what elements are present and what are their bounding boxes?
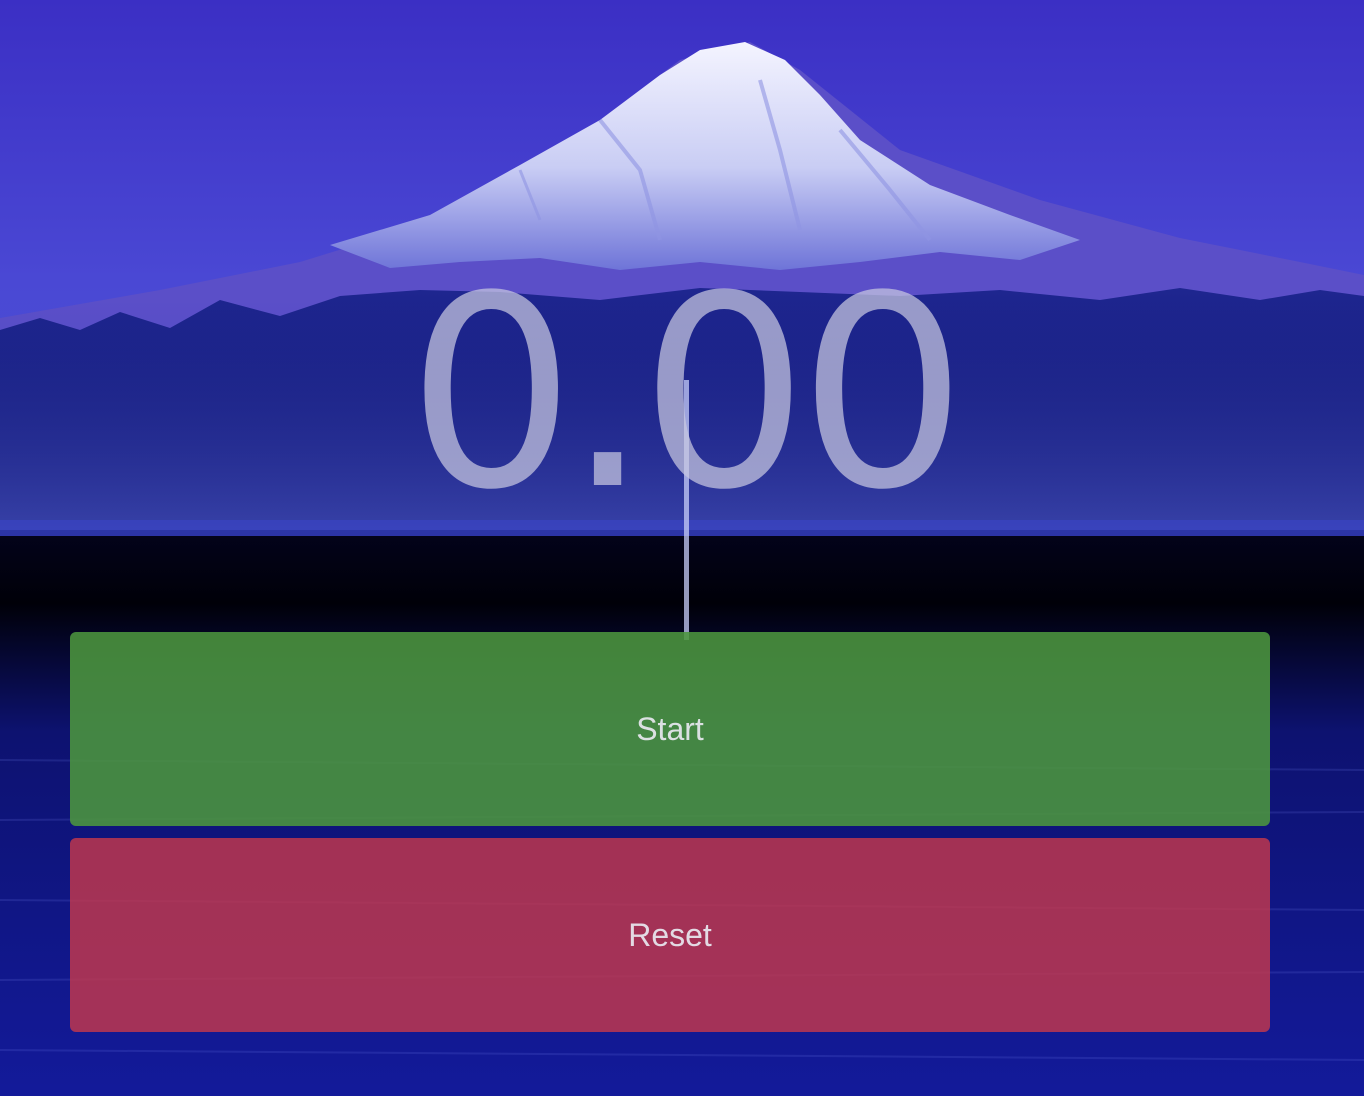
reset-button[interactable]: Reset [70,838,1270,1032]
timer-display: 0.00 [406,240,967,548]
reset-button-label: Reset [628,916,712,953]
start-button[interactable]: Start [70,632,1270,826]
start-button-label: Start [636,710,704,747]
stopwatch-app: 0.00 Start Reset [0,0,1364,1096]
